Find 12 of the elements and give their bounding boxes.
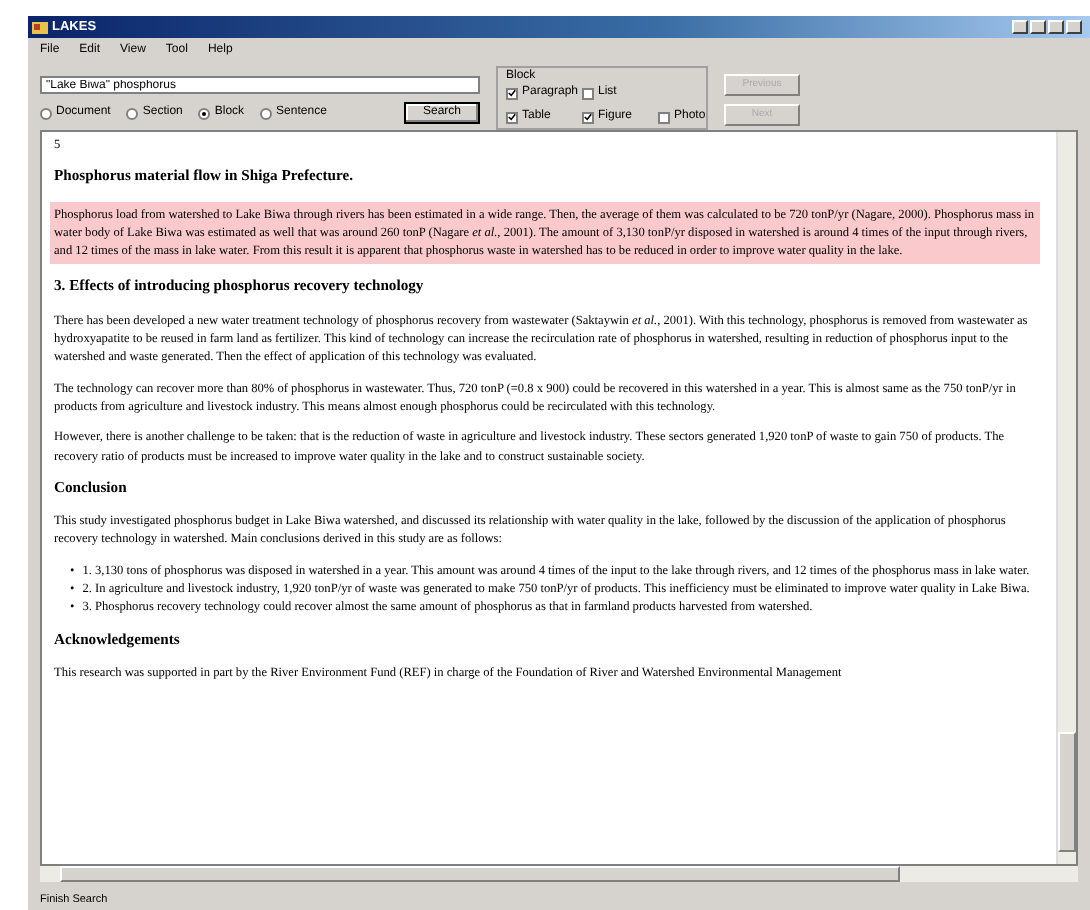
radio-button[interactable] [126,107,139,119]
vertical-scrollbar[interactable] [1056,132,1076,864]
checkbox[interactable] [658,111,670,123]
horizontal-scrollbar[interactable] [40,866,1078,882]
checkbox[interactable] [582,111,594,123]
checkbox[interactable] [506,87,518,99]
checkbox[interactable] [582,87,594,99]
app-icon [32,19,48,35]
checkbox[interactable] [506,111,518,123]
radio-button[interactable] [260,107,273,119]
radio-button[interactable] [40,107,52,119]
radio-button[interactable] [198,107,211,119]
